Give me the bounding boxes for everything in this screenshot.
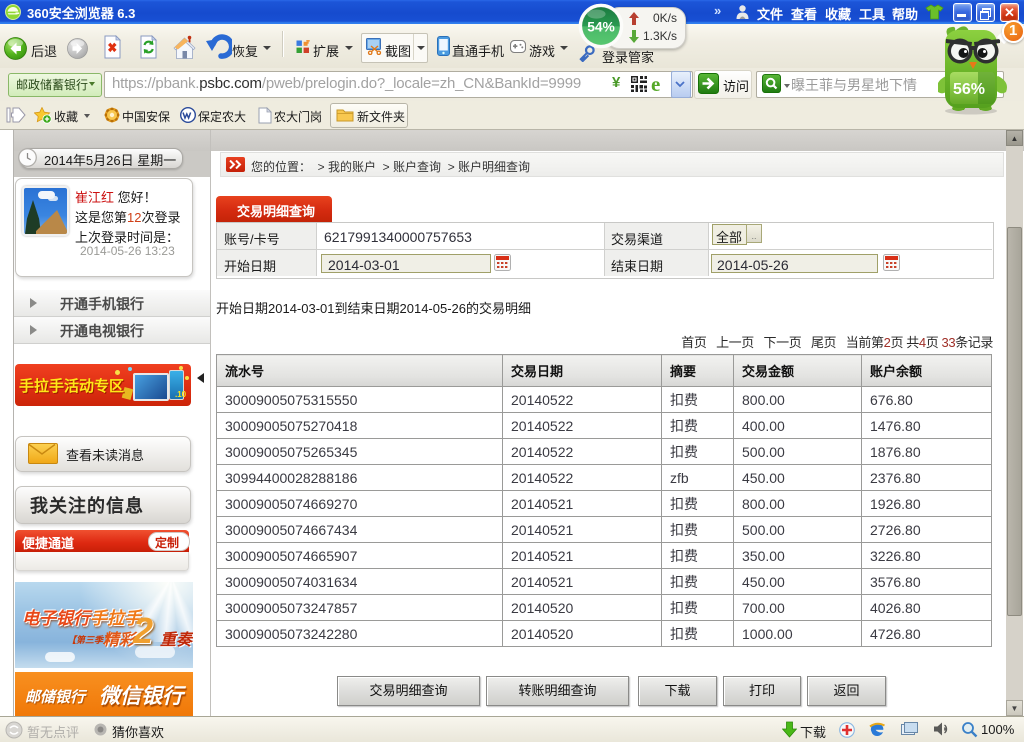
svg-text:56%: 56% [953, 81, 985, 98]
svg-text:54%: 54% [587, 20, 615, 35]
